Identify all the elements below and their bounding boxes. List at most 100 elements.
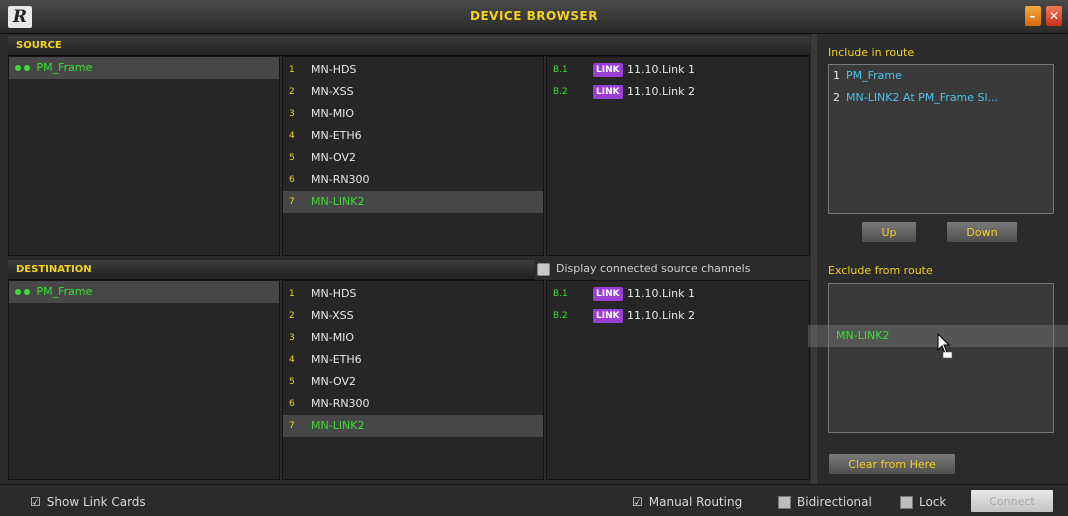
- slot-number: 4: [289, 355, 295, 365]
- bidirectional-checkbox[interactable]: [778, 496, 791, 509]
- include-text: MN-LINK2 At PM_Frame Sl...: [846, 91, 999, 104]
- frame-status-icon: [15, 65, 21, 71]
- card-row-selected[interactable]: 7 MN-LINK2: [283, 415, 543, 437]
- drag-cursor-icon: [937, 333, 953, 359]
- card-name: MN-LINK2: [311, 419, 365, 432]
- include-item[interactable]: 2 MN-LINK2 At PM_Frame Sl...: [829, 87, 1053, 109]
- include-item[interactable]: 1 PM_Frame: [829, 65, 1053, 87]
- check-icon: ☑: [632, 495, 643, 509]
- destination-frame-item[interactable]: PM_Frame: [9, 281, 279, 303]
- port-label: B.1: [553, 289, 568, 299]
- link-badge: LINK: [593, 63, 623, 77]
- link-row[interactable]: B.2 LINK 11.10.Link 2: [547, 305, 809, 327]
- panel-splitter[interactable]: [811, 34, 817, 484]
- frame-label: PM_Frame: [36, 61, 93, 74]
- source-frame-item[interactable]: PM_Frame: [9, 57, 279, 79]
- port-label: B.1: [553, 65, 568, 75]
- slot-number: 7: [289, 421, 295, 431]
- destination-frame-list[interactable]: PM_Frame: [8, 280, 280, 480]
- display-connected-toggle[interactable]: Display connected source channels: [537, 260, 750, 278]
- link-name: 11.10.Link 1: [627, 63, 696, 76]
- card-row[interactable]: 3 MN-MIO: [283, 327, 543, 349]
- source-link-list[interactable]: B.1 LINK 11.10.Link 1 B.2 LINK 11.10.Link 2: [546, 56, 810, 256]
- title-bar: R DEVICE BROWSER – ✕: [0, 0, 1068, 34]
- card-name: MN-LINK2: [311, 195, 365, 208]
- window-title: DEVICE BROWSER: [470, 9, 598, 23]
- link-name: 11.10.Link 1: [627, 287, 696, 300]
- frame-status-icon: [24, 289, 30, 295]
- destination-link-list[interactable]: B.1 LINK 11.10.Link 1 B.2 LINK 11.10.Link 2: [546, 280, 810, 480]
- up-button[interactable]: Up: [861, 221, 917, 243]
- card-row[interactable]: 1 MN-HDS: [283, 59, 543, 81]
- card-row[interactable]: 6 MN-RN300: [283, 393, 543, 415]
- destination-header: DESTINATION: [8, 260, 535, 280]
- exclude-label: Exclude from route: [828, 264, 933, 277]
- slot-number: 5: [289, 377, 295, 387]
- destination-card-list[interactable]: 1 MN-HDS 2 MN-XSS 3 MN-MIO 4 MN-ETH6 5 MN-OV2…: [282, 280, 544, 480]
- include-label: Include in route: [828, 46, 915, 59]
- include-text: PM_Frame: [846, 69, 902, 82]
- slot-number: 2: [289, 311, 295, 321]
- display-connected-checkbox[interactable]: [537, 262, 550, 276]
- include-index: 2: [833, 91, 840, 104]
- clear-from-here-button[interactable]: Clear from Here: [828, 453, 956, 475]
- card-name: MN-HDS: [311, 63, 357, 76]
- card-row-selected[interactable]: 7 MN-LINK2: [283, 191, 543, 213]
- frame-label: PM_Frame: [36, 285, 93, 298]
- manual-routing-toggle[interactable]: ☑ Manual Routing: [632, 494, 742, 510]
- source-card-list[interactable]: 1 MN-HDS 2 MN-XSS 3 MN-MIO 4 MN-ETH6 5 MN-OV2…: [282, 56, 544, 256]
- card-row[interactable]: 4 MN-ETH6: [283, 349, 543, 371]
- slot-number: 7: [289, 197, 295, 207]
- include-index: 1: [833, 69, 840, 82]
- down-button[interactable]: Down: [946, 221, 1018, 243]
- source-header: SOURCE: [8, 36, 810, 56]
- card-name: MN-XSS: [311, 309, 354, 322]
- card-name: MN-ETH6: [311, 129, 362, 142]
- card-row[interactable]: 1 MN-HDS: [283, 283, 543, 305]
- card-row[interactable]: 2 MN-XSS: [283, 81, 543, 103]
- close-icon[interactable]: ✕: [1046, 6, 1062, 26]
- card-name: MN-HDS: [311, 287, 357, 300]
- card-row[interactable]: 3 MN-MIO: [283, 103, 543, 125]
- source-frame-list[interactable]: PM_Frame: [8, 56, 280, 256]
- card-name: MN-ETH6: [311, 353, 362, 366]
- card-row[interactable]: 6 MN-RN300: [283, 169, 543, 191]
- lock-toggle[interactable]: Lock: [900, 494, 946, 510]
- frame-status-icon: [15, 289, 21, 295]
- card-row[interactable]: 4 MN-ETH6: [283, 125, 543, 147]
- slot-number: 6: [289, 175, 295, 185]
- link-badge: LINK: [593, 287, 623, 301]
- slot-number: 2: [289, 87, 295, 97]
- include-list[interactable]: 1 PM_Frame 2 MN-LINK2 At PM_Frame Sl...: [828, 64, 1054, 214]
- slot-number: 4: [289, 131, 295, 141]
- slot-number: 3: [289, 333, 295, 343]
- card-name: MN-OV2: [311, 151, 356, 164]
- bottom-bar: ☑ Show Link Cards ☑ Manual Routing Bidirec…: [0, 484, 1068, 516]
- port-label: B.2: [553, 311, 568, 321]
- slot-number: 5: [289, 153, 295, 163]
- slot-number: 1: [289, 65, 295, 75]
- card-row[interactable]: 5 MN-OV2: [283, 371, 543, 393]
- link-badge: LINK: [593, 309, 623, 323]
- card-name: MN-RN300: [311, 173, 370, 186]
- card-row[interactable]: 5 MN-OV2: [283, 147, 543, 169]
- card-name: MN-XSS: [311, 85, 354, 98]
- link-name: 11.10.Link 2: [627, 85, 696, 98]
- card-row[interactable]: 2 MN-XSS: [283, 305, 543, 327]
- bidirectional-label: Bidirectional: [797, 495, 872, 509]
- link-name: 11.10.Link 2: [627, 309, 696, 322]
- link-row[interactable]: B.2 LINK 11.10.Link 2: [547, 81, 809, 103]
- link-row[interactable]: B.1 LINK 11.10.Link 1: [547, 283, 809, 305]
- frame-status-icon: [24, 65, 30, 71]
- link-row[interactable]: B.1 LINK 11.10.Link 1: [547, 59, 809, 81]
- bidirectional-toggle[interactable]: Bidirectional: [778, 494, 872, 510]
- connect-button[interactable]: Connect: [970, 489, 1054, 513]
- link-badge: LINK: [593, 85, 623, 99]
- slot-number: 6: [289, 399, 295, 409]
- lock-checkbox[interactable]: [900, 496, 913, 509]
- slot-number: 1: [289, 289, 295, 299]
- minimize-icon[interactable]: –: [1024, 6, 1041, 26]
- card-name: MN-MIO: [311, 331, 355, 344]
- show-link-cards-toggle[interactable]: ☑ Show Link Cards: [30, 494, 146, 510]
- window-controls: – ✕: [1023, 6, 1062, 28]
